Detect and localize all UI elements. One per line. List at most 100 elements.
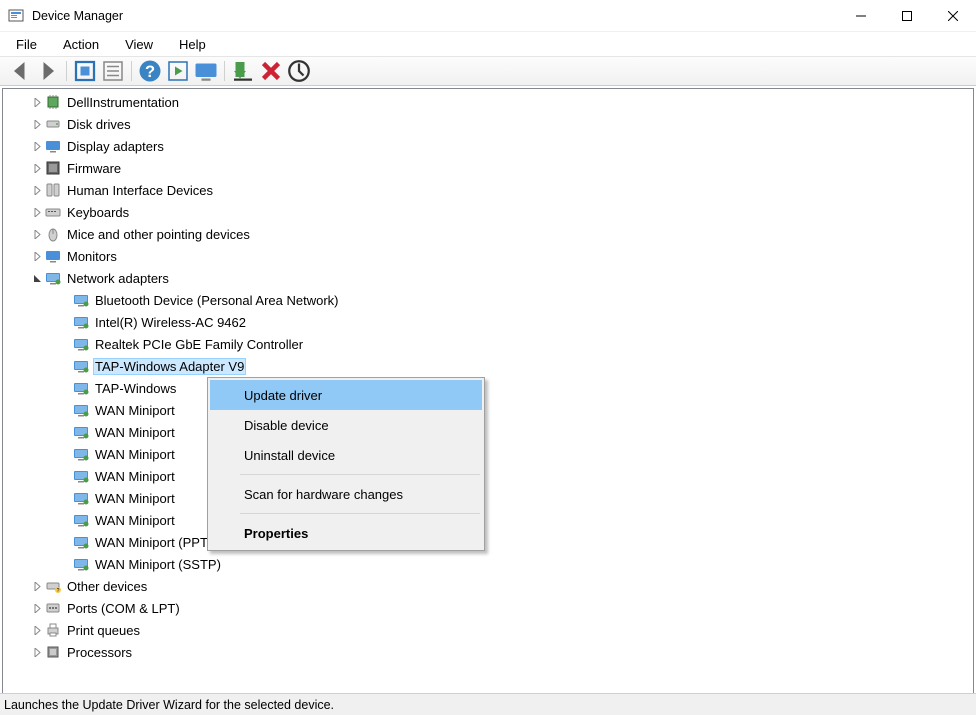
network-icon bbox=[73, 402, 89, 418]
tree-category-label: Human Interface Devices bbox=[65, 182, 215, 199]
network-icon bbox=[73, 468, 89, 484]
expander-icon[interactable] bbox=[29, 186, 45, 195]
network-icon bbox=[73, 358, 89, 374]
expander-icon[interactable] bbox=[29, 252, 45, 261]
tree-category[interactable]: Display adapters bbox=[3, 135, 973, 157]
display-icon bbox=[45, 138, 61, 154]
cm-properties[interactable]: Properties bbox=[210, 518, 482, 548]
tree-category[interactable]: Monitors bbox=[3, 245, 973, 267]
tree-device-label: WAN Miniport (SSTP) bbox=[93, 556, 223, 573]
tree-device[interactable]: TAP-Windows bbox=[3, 377, 973, 399]
tree-device[interactable]: WAN Miniport bbox=[3, 399, 973, 421]
tree-category[interactable]: Ports (COM & LPT) bbox=[3, 597, 973, 619]
tree-category[interactable]: Network adapters bbox=[3, 267, 973, 289]
menu-bar: File Action View Help bbox=[0, 32, 976, 56]
properties-button[interactable] bbox=[101, 59, 125, 83]
tree-device-label: WAN Miniport bbox=[93, 468, 177, 485]
tree-category[interactable]: Print queues bbox=[3, 619, 973, 641]
tree-category-label: Disk drives bbox=[65, 116, 133, 133]
tree-category[interactable]: Mice and other pointing devices bbox=[3, 223, 973, 245]
expander-icon[interactable] bbox=[29, 164, 45, 173]
tree-category-label: Mice and other pointing devices bbox=[65, 226, 252, 243]
network-icon bbox=[73, 314, 89, 330]
tree-device[interactable]: Realtek PCIe GbE Family Controller bbox=[3, 333, 973, 355]
cm-scan-hardware[interactable]: Scan for hardware changes bbox=[210, 479, 482, 509]
cm-item-label: Scan for hardware changes bbox=[244, 487, 403, 502]
tree-category[interactable]: Keyboards bbox=[3, 201, 973, 223]
app-icon bbox=[8, 8, 24, 24]
network-icon bbox=[45, 270, 61, 286]
device-tree: DellInstrumentation Disk drives Display ad… bbox=[3, 89, 973, 665]
tree-device-label: TAP-Windows bbox=[93, 380, 178, 397]
network-icon bbox=[73, 336, 89, 352]
show-hidden-button[interactable] bbox=[73, 59, 97, 83]
expander-icon[interactable] bbox=[29, 208, 45, 217]
help-button[interactable]: ? bbox=[138, 59, 162, 83]
cm-item-label: Uninstall device bbox=[244, 448, 335, 463]
install-button[interactable] bbox=[231, 59, 255, 83]
network-icon bbox=[73, 380, 89, 396]
back-button[interactable] bbox=[8, 59, 32, 83]
cm-separator bbox=[240, 474, 480, 475]
menu-view[interactable]: View bbox=[121, 35, 157, 54]
tree-category[interactable]: ?Other devices bbox=[3, 575, 973, 597]
scan-button[interactable] bbox=[287, 59, 311, 83]
tree-scroll[interactable]: DellInstrumentation Disk drives Display ad… bbox=[3, 89, 973, 707]
tree-device[interactable]: WAN Miniport bbox=[3, 509, 973, 531]
monitor-button[interactable] bbox=[194, 59, 218, 83]
tree-device-label: Realtek PCIe GbE Family Controller bbox=[93, 336, 305, 353]
network-icon bbox=[73, 446, 89, 462]
cm-disable-device[interactable]: Disable device bbox=[210, 410, 482, 440]
tree-category-label: Keyboards bbox=[65, 204, 131, 221]
close-button[interactable] bbox=[930, 0, 976, 31]
expander-icon[interactable] bbox=[29, 142, 45, 151]
expander-icon[interactable] bbox=[29, 648, 45, 657]
tree-device[interactable]: WAN Miniport (PPTP) bbox=[3, 531, 973, 553]
tree-device[interactable]: WAN Miniport bbox=[3, 443, 973, 465]
expander-icon[interactable] bbox=[29, 98, 45, 107]
toolbar-separator bbox=[66, 61, 67, 81]
toolbar-separator bbox=[131, 61, 132, 81]
expander-icon[interactable] bbox=[29, 230, 45, 239]
tree-device-label: TAP-Windows Adapter V9 bbox=[93, 358, 246, 375]
tree-device-label: WAN Miniport bbox=[93, 490, 177, 507]
tree-category[interactable]: Human Interface Devices bbox=[3, 179, 973, 201]
menu-help[interactable]: Help bbox=[175, 35, 210, 54]
tree-category[interactable]: Processors bbox=[3, 641, 973, 663]
expander-icon[interactable] bbox=[29, 626, 45, 635]
expander-icon[interactable] bbox=[29, 604, 45, 613]
tree-device[interactable]: WAN Miniport bbox=[3, 487, 973, 509]
tree-category-label: Display adapters bbox=[65, 138, 166, 155]
tree-category[interactable]: DellInstrumentation bbox=[3, 91, 973, 113]
tree-device[interactable]: TAP-Windows Adapter V9 bbox=[3, 355, 973, 377]
cm-uninstall-device[interactable]: Uninstall device bbox=[210, 440, 482, 470]
expander-icon[interactable] bbox=[29, 274, 45, 283]
tree-device[interactable]: WAN Miniport bbox=[3, 421, 973, 443]
forward-button[interactable] bbox=[36, 59, 60, 83]
cm-update-driver[interactable]: Update driver bbox=[210, 380, 482, 410]
tree-device[interactable]: WAN Miniport (SSTP) bbox=[3, 553, 973, 575]
tree-device[interactable]: WAN Miniport bbox=[3, 465, 973, 487]
tree-device-label: Intel(R) Wireless-AC 9462 bbox=[93, 314, 248, 331]
tree-category[interactable]: Disk drives bbox=[3, 113, 973, 135]
cm-item-label: Disable device bbox=[244, 418, 329, 433]
tree-device[interactable]: Bluetooth Device (Personal Area Network) bbox=[3, 289, 973, 311]
network-icon bbox=[73, 556, 89, 572]
monitor-icon bbox=[45, 248, 61, 264]
minimize-button[interactable] bbox=[838, 0, 884, 31]
menu-action[interactable]: Action bbox=[59, 35, 103, 54]
tree-category[interactable]: Firmware bbox=[3, 157, 973, 179]
tree-device-label: WAN Miniport bbox=[93, 402, 177, 419]
tree-device[interactable]: Intel(R) Wireless-AC 9462 bbox=[3, 311, 973, 333]
delete-button[interactable] bbox=[259, 59, 283, 83]
expander-icon[interactable] bbox=[29, 582, 45, 591]
svg-text:?: ? bbox=[57, 588, 60, 594]
action-button[interactable] bbox=[166, 59, 190, 83]
chip-icon bbox=[45, 94, 61, 110]
maximize-button[interactable] bbox=[884, 0, 930, 31]
status-bar: Launches the Update Driver Wizard for th… bbox=[0, 693, 976, 715]
expander-icon[interactable] bbox=[29, 120, 45, 129]
menu-file[interactable]: File bbox=[12, 35, 41, 54]
network-icon bbox=[73, 534, 89, 550]
tree-device-label: WAN Miniport (PPTP) bbox=[93, 534, 223, 551]
